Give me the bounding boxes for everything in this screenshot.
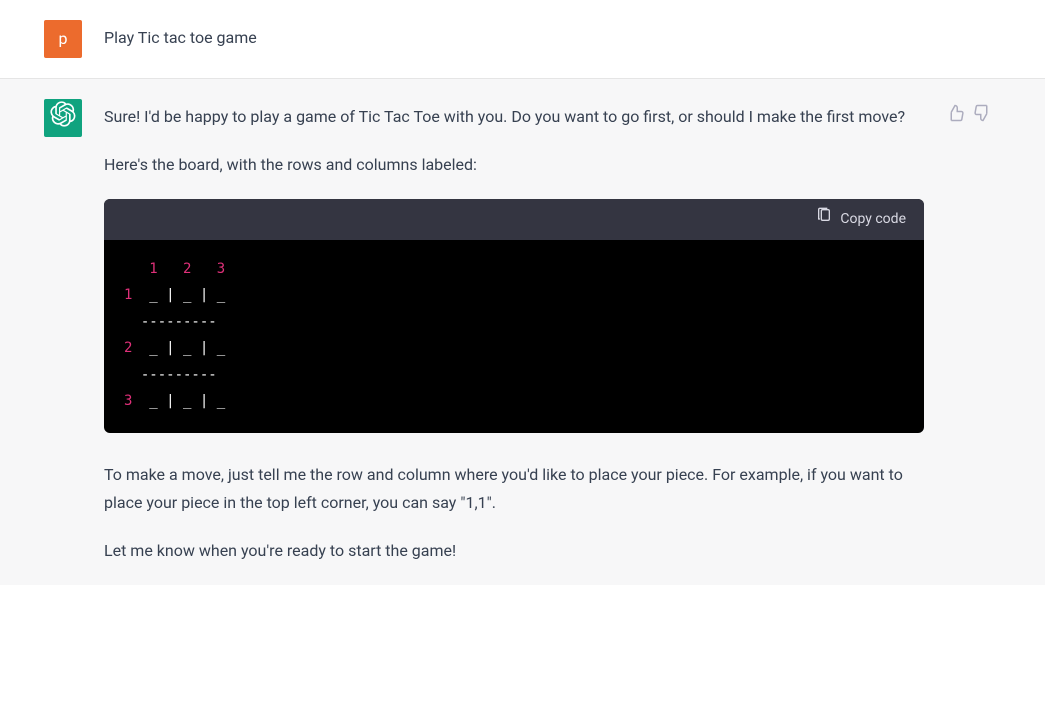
code-block: Copy code 1 2 3 1 _ | _ | _ --------- 2 …	[104, 199, 924, 433]
thumbs-up-button[interactable]	[946, 103, 964, 565]
user-avatar-letter: p	[59, 25, 68, 53]
code-block-header: Copy code	[104, 199, 924, 240]
code-block-body: 1 2 3 1 _ | _ | _ --------- 2 _ | _ | _ …	[104, 240, 924, 434]
user-message-row: p Play Tic tac toe game	[0, 0, 1045, 79]
assistant-avatar	[44, 99, 82, 137]
user-message-text: Play Tic tac toe game	[104, 24, 924, 52]
assistant-message-row: Sure! I'd be happy to play a game of Tic…	[0, 79, 1045, 585]
message-actions	[946, 99, 992, 565]
openai-logo-icon	[50, 101, 76, 136]
assistant-paragraph: Here's the board, with the rows and colu…	[104, 151, 924, 179]
assistant-paragraph: To make a move, just tell me the row and…	[104, 461, 924, 517]
user-avatar: p	[44, 20, 82, 58]
copy-code-button[interactable]: Copy code	[816, 207, 906, 232]
clipboard-icon	[816, 207, 832, 232]
thumbs-down-button[interactable]	[974, 103, 992, 565]
copy-code-label: Copy code	[840, 207, 906, 232]
user-message-content: Play Tic tac toe game	[104, 20, 924, 58]
thumbs-up-icon	[946, 104, 964, 122]
assistant-message-content: Sure! I'd be happy to play a game of Tic…	[104, 99, 924, 565]
assistant-paragraph: Let me know when you're ready to start t…	[104, 537, 924, 565]
assistant-paragraph: Sure! I'd be happy to play a game of Tic…	[104, 103, 924, 131]
thumbs-down-icon	[974, 104, 992, 122]
